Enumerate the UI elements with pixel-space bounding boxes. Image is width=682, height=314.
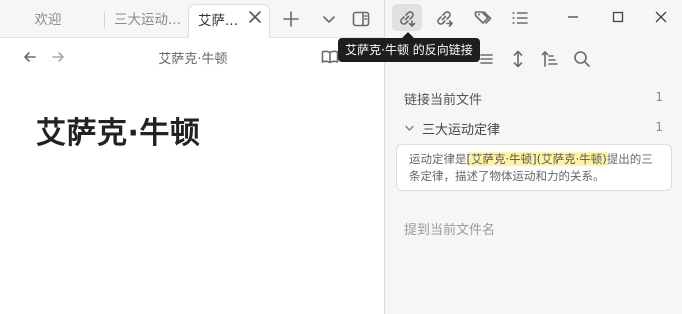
tags-icon[interactable] xyxy=(473,8,493,28)
tab-separator xyxy=(104,12,105,28)
arrow-left-icon[interactable] xyxy=(20,47,40,67)
editor-pane: 欢迎 三大运动... 艾萨... 艾萨克·牛顿 艾萨克·牛顿 xyxy=(0,0,384,314)
backlinks-tab-button[interactable] xyxy=(392,4,422,31)
sidebar-toggle-icon[interactable] xyxy=(351,9,371,29)
linked-mentions-header[interactable]: 链接当前文件 xyxy=(404,89,482,108)
chevron-down-icon[interactable] xyxy=(404,123,415,134)
expand-vertical-icon[interactable] xyxy=(508,49,528,69)
close-icon[interactable] xyxy=(248,10,262,24)
outgoing-link-icon[interactable] xyxy=(434,8,454,28)
backlink-file-name[interactable]: 三大运动定律 xyxy=(422,119,500,138)
book-open-icon[interactable] xyxy=(320,47,340,67)
close-icon[interactable] xyxy=(652,8,670,26)
minimize-icon[interactable] xyxy=(564,8,582,26)
backlinks-tooltip: 艾萨克·牛顿 的反向链接 xyxy=(338,38,480,62)
plus-icon[interactable] xyxy=(281,9,301,29)
document-title[interactable]: 艾萨克·牛顿 xyxy=(36,108,200,152)
snippet-prefix: 运动定律是 xyxy=(409,152,467,166)
arrow-right-icon[interactable] xyxy=(48,47,68,67)
linked-mentions-count: 1 xyxy=(655,90,663,104)
view-title[interactable]: 艾萨克·牛顿 xyxy=(150,48,236,67)
maximize-icon[interactable] xyxy=(609,8,627,26)
backlink-snippet[interactable]: 运动定律是[艾萨克·牛顿](艾萨克·牛顿)提出的三条定律，描述了物体运动和力的关… xyxy=(396,144,672,191)
backlink-file-count: 1 xyxy=(655,120,663,134)
unlinked-mentions-header[interactable]: 提到当前文件名 xyxy=(404,219,495,238)
backlink-icon xyxy=(397,8,417,28)
list-icon[interactable] xyxy=(510,8,530,28)
snippet-highlight-link: (艾萨克·牛顿) xyxy=(536,152,607,166)
tab-three-laws[interactable]: 三大运动... xyxy=(110,4,188,38)
search-icon[interactable] xyxy=(572,49,592,69)
tab-welcome[interactable]: 欢迎 xyxy=(6,4,90,38)
tab-bar: 欢迎 三大运动... 艾萨... xyxy=(0,0,384,38)
snippet-highlight-link: [艾萨克·牛顿] xyxy=(466,152,537,166)
sort-icon[interactable] xyxy=(540,49,560,69)
view-header: 艾萨克·牛顿 xyxy=(0,38,384,76)
chevron-down-icon[interactable] xyxy=(319,9,339,29)
